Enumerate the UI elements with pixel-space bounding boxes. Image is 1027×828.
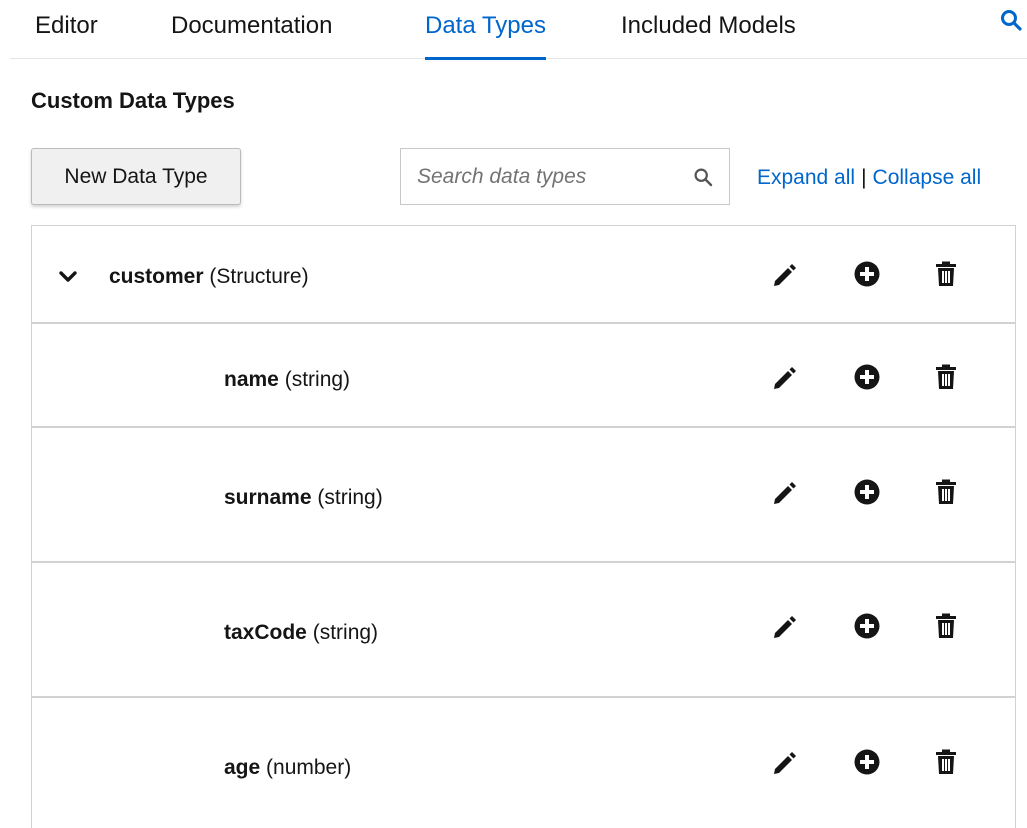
tab-bar: Editor Documentation Data Types Included…: [10, 0, 1027, 60]
trash-icon[interactable]: [931, 259, 961, 289]
pencil-icon[interactable]: [769, 747, 799, 777]
tab-editor[interactable]: Editor: [35, 0, 98, 59]
data-type-label: age (number): [224, 756, 351, 780]
plus-circle-icon[interactable]: [852, 259, 882, 289]
data-type-kind: (string): [312, 621, 379, 644]
search-input[interactable]: [401, 149, 681, 204]
list-item[interactable]: age (number): [32, 698, 1015, 828]
data-type-name: name: [224, 368, 279, 391]
page-title: Custom Data Types: [31, 88, 235, 113]
trash-icon[interactable]: [931, 747, 961, 777]
new-data-type-button[interactable]: New Data Type: [31, 148, 241, 205]
data-type-name: taxCode: [224, 621, 307, 644]
data-type-kind: (string): [317, 486, 383, 509]
tab-included-models[interactable]: Included Models: [621, 0, 796, 59]
trash-icon[interactable]: [931, 611, 961, 641]
list-item[interactable]: name (string): [32, 324, 1015, 428]
data-type-name: customer: [109, 265, 204, 288]
data-type-label: surname (string): [224, 486, 383, 510]
list-item[interactable]: taxCode (string): [32, 563, 1015, 698]
tab-data-types[interactable]: Data Types: [425, 0, 546, 60]
trash-icon[interactable]: [931, 477, 961, 507]
chevron-down-icon[interactable]: [58, 267, 78, 287]
data-type-list: customer (Structure) name (string) surna…: [31, 225, 1016, 828]
data-type-label: taxCode (string): [224, 621, 378, 645]
plus-circle-icon[interactable]: [852, 362, 882, 392]
pencil-icon[interactable]: [769, 611, 799, 641]
data-type-label: name (string): [224, 368, 350, 392]
expand-all-link[interactable]: Expand all: [757, 166, 855, 189]
plus-circle-icon[interactable]: [852, 747, 882, 777]
plus-circle-icon[interactable]: [852, 611, 882, 641]
data-type-name: age: [224, 756, 261, 779]
collapse-all-link[interactable]: Collapse all: [873, 166, 982, 189]
data-type-label: customer (Structure): [109, 265, 309, 289]
expand-collapse-links: Expand all | Collapse all: [757, 166, 981, 190]
tab-documentation[interactable]: Documentation: [171, 0, 332, 59]
list-item[interactable]: surname (string): [32, 428, 1015, 563]
trash-icon[interactable]: [931, 362, 961, 392]
data-type-kind: (number): [266, 756, 352, 779]
pencil-icon[interactable]: [769, 477, 799, 507]
data-type-name: surname: [224, 486, 312, 509]
pencil-icon[interactable]: [769, 362, 799, 392]
search-icon[interactable]: [999, 8, 1023, 32]
pencil-icon[interactable]: [769, 259, 799, 289]
search-icon[interactable]: [693, 167, 713, 187]
list-item[interactable]: customer (Structure): [32, 226, 1015, 324]
active-tab-indicator: [425, 57, 546, 60]
data-type-kind: (Structure): [209, 265, 309, 288]
data-type-kind: (string): [284, 368, 351, 391]
tab-data-types-label: Data Types: [425, 12, 546, 39]
link-separator: |: [861, 166, 867, 189]
plus-circle-icon[interactable]: [852, 477, 882, 507]
search-field: [400, 148, 730, 205]
